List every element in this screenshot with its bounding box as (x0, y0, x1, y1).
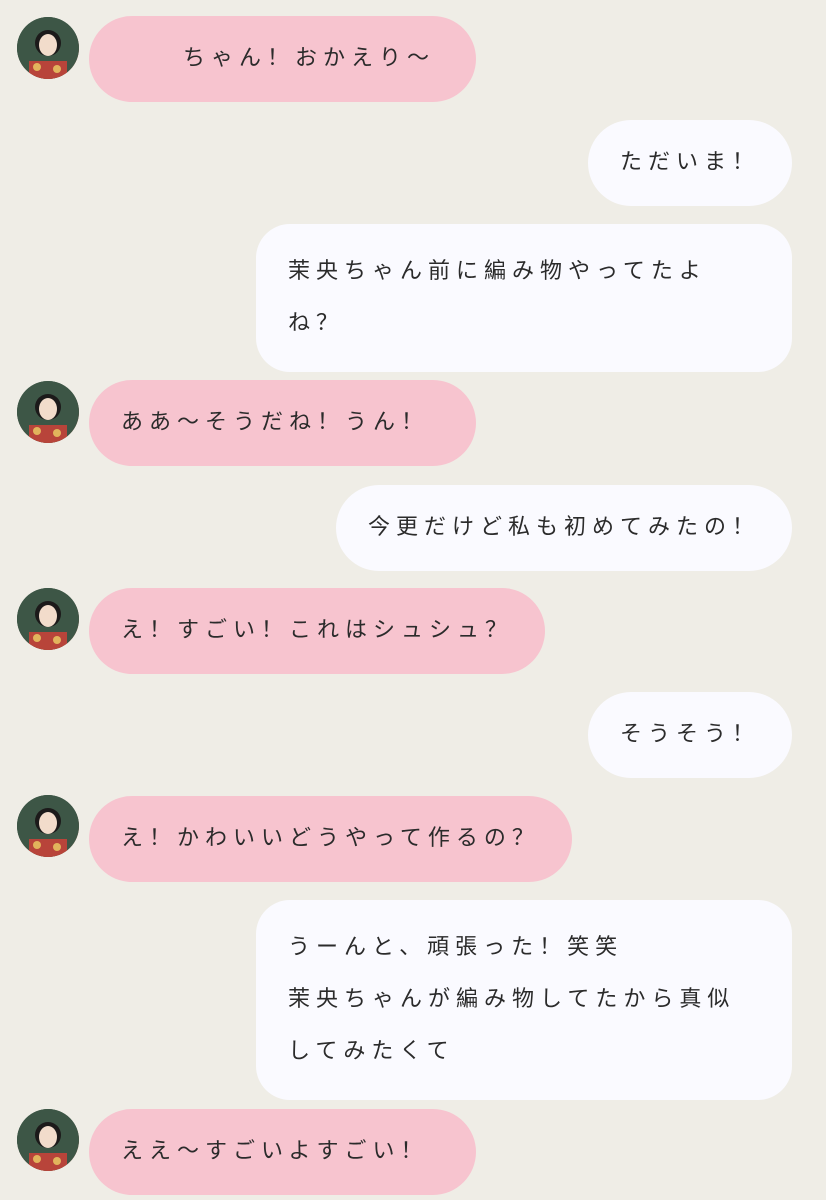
message-text: そうそう！ (619, 722, 760, 747)
message-text-line: してみたくて (288, 1039, 455, 1064)
message-bubble-sent: 今更だけど私も初めてみたの！ (335, 485, 792, 571)
message-bubble-sent: そうそう！ (587, 692, 792, 778)
message-text: 今更だけど私も初めてみたの！ (367, 515, 760, 540)
message-text-line: 茉央ちゃんが編み物してたから真似 (288, 987, 736, 1012)
message-bubble-received: え！すごい！これはシュシュ？ (89, 588, 546, 674)
message-text-line: うーんと、頑張った！笑笑 (288, 935, 624, 960)
chat-log: ちゃん！おかえり〜 ただいま！ 茉央ちゃん前に編み物やってたよ ね？ ああ〜そう… (0, 0, 826, 1200)
message-bubble-received: え！かわいいどうやって作るの？ (89, 796, 572, 882)
contact-avatar[interactable] (17, 17, 79, 79)
message-text: ええ〜すごいよすごい！ (121, 1139, 429, 1164)
contact-avatar[interactable] (17, 1109, 79, 1171)
message-text: え！かわいいどうやって作るの？ (121, 826, 540, 851)
message-bubble-received: ちゃん！おかえり〜 (89, 16, 476, 102)
message-bubble-received: ああ〜そうだね！うん！ (89, 380, 476, 466)
message-bubble-sent: 茉央ちゃん前に編み物やってたよ ね？ (256, 224, 792, 372)
contact-avatar[interactable] (17, 588, 79, 650)
message-bubble-sent: うーんと、頑張った！笑笑 茉央ちゃんが編み物してたから真似 してみたくて (256, 900, 792, 1100)
avatar-photo-icon (17, 381, 79, 443)
message-text: え！すごい！これはシュシュ？ (121, 618, 514, 643)
message-text-line: 茉央ちゃん前に編み物やってたよ (288, 259, 707, 284)
message-bubble-received: ええ〜すごいよすごい！ (89, 1109, 476, 1195)
avatar-photo-icon (17, 588, 79, 650)
avatar-photo-icon (17, 795, 79, 857)
avatar-photo-icon (17, 1109, 79, 1171)
message-bubble-sent: ただいま！ (587, 120, 792, 206)
message-text: ああ〜そうだね！うん！ (121, 410, 430, 435)
message-text: ただいま！ (619, 150, 760, 175)
contact-avatar[interactable] (17, 381, 79, 443)
contact-avatar[interactable] (17, 795, 79, 857)
message-text-line: ね？ (288, 311, 345, 336)
avatar-photo-icon (17, 17, 79, 79)
message-text: ちゃん！おかえり〜 (183, 46, 436, 71)
